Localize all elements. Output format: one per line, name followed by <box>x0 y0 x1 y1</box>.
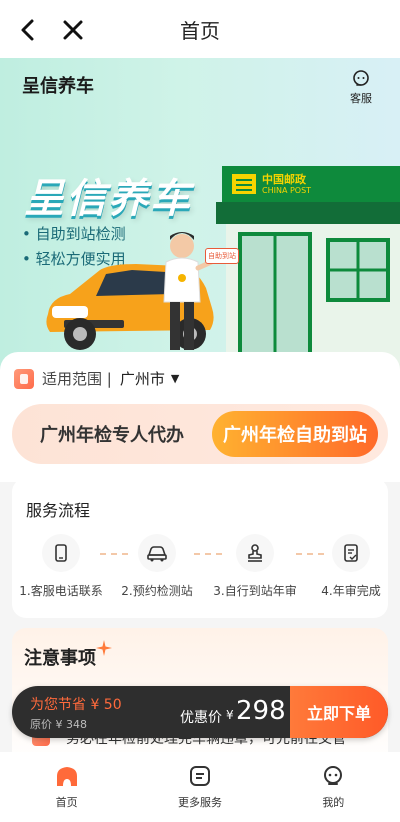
hero-title: 呈信养车 <box>24 176 192 222</box>
stamp-icon <box>236 534 274 572</box>
service-self-option[interactable]: 广州年检自助到站 <box>212 411 378 457</box>
process-step: 2.预约检测站 <box>110 534 204 599</box>
car-icon <box>138 534 176 572</box>
scope-selector[interactable]: 适用范围 | 广州市 ▼ <box>14 368 179 389</box>
process-step: 3.自行到站年审 <box>208 534 302 599</box>
price-currency: ¥ <box>226 708 234 722</box>
tab-label: 更多服务 <box>177 796 222 809</box>
service-agent-option[interactable]: 广州年检专人代办 <box>12 421 212 447</box>
customer-service-button[interactable]: 客服 <box>350 68 372 106</box>
customer-service-label: 客服 <box>350 92 372 105</box>
process-step-label: 4.年审完成 <box>321 584 381 598</box>
post-logo-cn: 中国邮政 <box>262 173 306 186</box>
process-title: 服务流程 <box>26 501 91 520</box>
sparkle-icon <box>96 640 112 656</box>
service-list-icon <box>189 766 210 786</box>
document-check-icon <box>332 534 370 572</box>
phone-icon <box>42 534 80 572</box>
notice-title: 注意事项 <box>24 648 96 669</box>
hero-banner: 呈信养车 客服 呈信养车 • 自助到站检测 • 轻松方便实用 中国邮政 CHIN… <box>0 58 400 370</box>
process-step: 1.客服电话联系 <box>14 534 108 599</box>
home-icon <box>56 767 77 786</box>
process-step-label: 3.自行到站年审 <box>213 584 297 598</box>
close-icon[interactable] <box>60 17 86 43</box>
post-logo-en: CHINA POST <box>262 186 312 195</box>
process-steps: 1.客服电话联系 2.预约检测站 3.自行到站年审 4.年审完成 <box>12 534 388 604</box>
scope-label: 适用范围 | <box>42 370 112 388</box>
customer-service-icon <box>353 70 369 86</box>
page-title: 首页 <box>180 18 220 43</box>
caret-down-icon: ▼ <box>170 372 180 385</box>
user-icon <box>324 766 343 785</box>
scope-city: 广州市 <box>119 370 165 388</box>
sign-board: 自助到站 <box>205 248 239 264</box>
staff-illustration <box>163 232 219 350</box>
tab-more-services[interactable]: 更多服务 <box>133 752 266 822</box>
price-value: 298 <box>236 696 286 726</box>
brand-title: 呈信养车 <box>22 76 94 97</box>
tab-label: 首页 <box>55 796 78 809</box>
tab-home[interactable]: 首页 <box>0 752 133 822</box>
post-logo-text: 中国邮政 CHINA POST <box>262 174 311 196</box>
service-process-card: 服务流程 1.客服电话联系 2.预约检测站 3.自行到站年审 4.年审完成 <box>12 478 388 618</box>
scope-icon <box>14 368 34 389</box>
order-bar: 为您节省 ¥ 50 原价 ¥ 348 优惠价 ¥ 298 立即下单 <box>12 686 388 738</box>
price-label: 优惠价 <box>180 710 222 726</box>
order-now-button[interactable]: 立即下单 <box>290 686 388 738</box>
original-price: 原价 ¥ 348 <box>30 718 87 731</box>
tab-label: 我的 <box>322 796 345 809</box>
process-step-label: 1.客服电话联系 <box>19 584 103 598</box>
process-step: 4.年审完成 <box>304 534 398 599</box>
savings-text: 为您节省 ¥ 50 <box>30 697 122 713</box>
process-step-label: 2.预约检测站 <box>121 584 193 598</box>
service-switch: 广州年检专人代办 广州年检自助到站 <box>12 404 388 464</box>
feature-text: • 自助到站检测 <box>22 225 126 243</box>
tab-mine[interactable]: 我的 <box>267 752 400 822</box>
chevron-left-icon[interactable] <box>16 17 42 43</box>
bottom-tab-bar: 首页 更多服务 我的 <box>0 752 400 822</box>
sign-text: 自助到站 <box>208 252 236 260</box>
top-navigation-bar: 首页 <box>0 0 400 58</box>
